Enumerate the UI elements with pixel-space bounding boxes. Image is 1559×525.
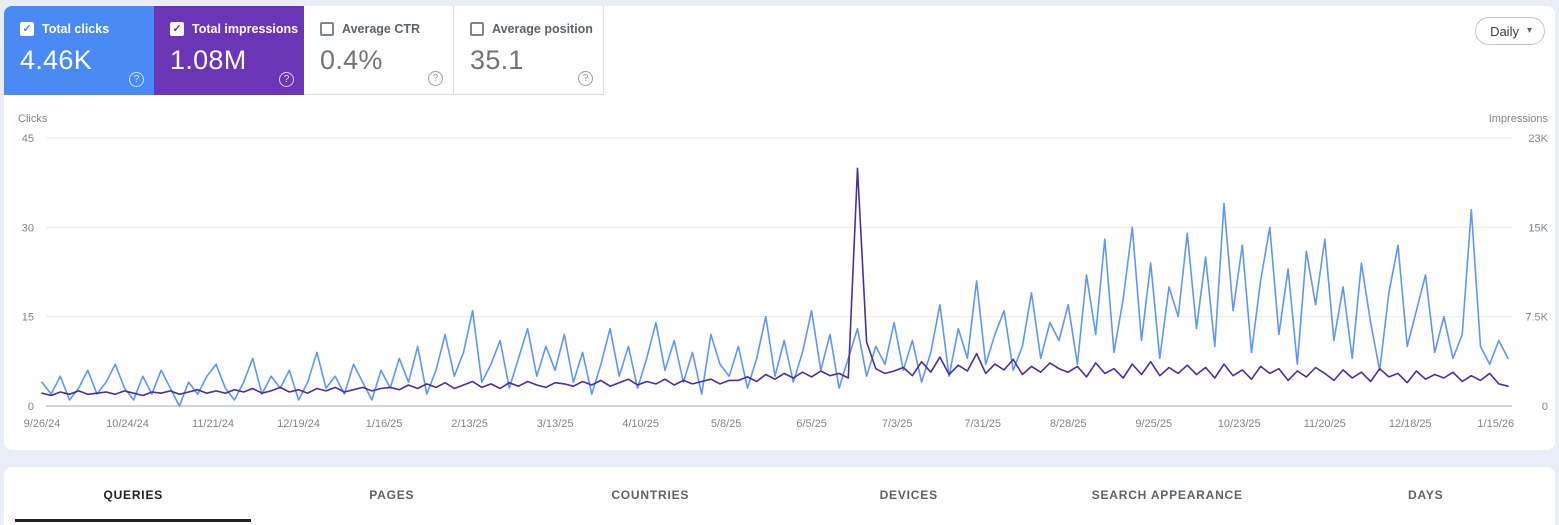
svg-text:9/25/25: 9/25/25 <box>1135 418 1172 430</box>
svg-text:45: 45 <box>22 133 34 145</box>
svg-text:10/23/25: 10/23/25 <box>1218 418 1261 430</box>
svg-text:10/24/24: 10/24/24 <box>106 418 149 430</box>
metric-cards-row: ✓ Total clicks 4.46K ? ✓ Total impressio… <box>4 6 604 95</box>
svg-text:3/13/25: 3/13/25 <box>537 418 574 430</box>
svg-text:7/31/25: 7/31/25 <box>964 418 1001 430</box>
tab-search-appearance[interactable]: SEARCH APPEARANCE <box>1038 467 1297 522</box>
tab-label: PAGES <box>369 487 415 502</box>
help-icon[interactable]: ? <box>578 71 593 86</box>
svg-text:4/10/25: 4/10/25 <box>622 418 659 430</box>
metric-card-average-ctr[interactable]: Average CTR 0.4% ? <box>304 6 454 95</box>
svg-text:0: 0 <box>28 401 34 413</box>
svg-text:1/15/26: 1/15/26 <box>1477 418 1514 430</box>
svg-text:12/19/24: 12/19/24 <box>277 418 320 430</box>
tabs-row: QUERIES PAGES COUNTRIES DEVICES SEARCH A… <box>4 467 1555 522</box>
tab-pages[interactable]: PAGES <box>263 467 522 522</box>
granularity-label: Daily <box>1490 23 1519 39</box>
tab-countries[interactable]: COUNTRIES <box>521 467 780 522</box>
svg-text:7/3/25: 7/3/25 <box>882 418 913 430</box>
checkbox-average-ctr[interactable] <box>320 22 334 36</box>
svg-text:9/26/24: 9/26/24 <box>24 418 61 430</box>
help-icon[interactable]: ? <box>428 71 443 86</box>
metric-card-average-position[interactable]: Average position 35.1 ? <box>454 6 604 95</box>
active-tab-underline <box>15 519 252 522</box>
help-icon[interactable]: ? <box>279 72 294 87</box>
help-icon[interactable]: ? <box>129 72 144 87</box>
tab-label: DAYS <box>1408 487 1444 502</box>
svg-text:Impressions: Impressions <box>1489 113 1549 125</box>
dimension-tabs-card: QUERIES PAGES COUNTRIES DEVICES SEARCH A… <box>4 467 1555 525</box>
tab-label: DEVICES <box>879 487 938 502</box>
svg-text:23K: 23K <box>1528 133 1548 145</box>
chevron-down-icon: ▾ <box>1526 25 1532 36</box>
tab-label: COUNTRIES <box>611 487 690 502</box>
tab-label: QUERIES <box>103 487 164 502</box>
svg-text:7.5K: 7.5K <box>1525 312 1548 324</box>
checkbox-total-impressions[interactable]: ✓ <box>170 22 184 36</box>
tab-label: SEARCH APPEARANCE <box>1091 487 1243 502</box>
svg-text:6/5/25: 6/5/25 <box>796 418 827 430</box>
svg-text:15K: 15K <box>1528 222 1548 234</box>
tab-days[interactable]: DAYS <box>1297 467 1556 522</box>
svg-text:15: 15 <box>22 312 34 324</box>
svg-text:12/18/25: 12/18/25 <box>1389 418 1432 430</box>
metric-label: Average CTR <box>342 22 421 36</box>
metric-label: Total clicks <box>42 22 110 36</box>
metric-card-total-clicks[interactable]: ✓ Total clicks 4.46K ? <box>4 6 154 95</box>
granularity-dropdown[interactable]: Daily ▾ <box>1475 17 1545 45</box>
svg-text:1/16/25: 1/16/25 <box>366 418 403 430</box>
svg-text:8/28/25: 8/28/25 <box>1050 418 1087 430</box>
svg-text:30: 30 <box>22 222 34 234</box>
checkbox-total-clicks[interactable]: ✓ <box>20 22 34 36</box>
checkbox-average-position[interactable] <box>470 22 484 36</box>
tab-devices[interactable]: DEVICES <box>780 467 1039 522</box>
svg-text:2/13/25: 2/13/25 <box>451 418 488 430</box>
svg-text:11/20/25: 11/20/25 <box>1304 418 1346 430</box>
tab-queries[interactable]: QUERIES <box>4 467 263 522</box>
svg-text:5/8/25: 5/8/25 <box>711 418 742 430</box>
svg-text:0: 0 <box>1542 401 1548 413</box>
metric-card-total-impressions[interactable]: ✓ Total impressions 1.08M ? <box>154 6 304 95</box>
metric-label: Total impressions <box>192 22 299 36</box>
metric-label: Average position <box>492 22 593 36</box>
svg-text:11/21/24: 11/21/24 <box>192 418 234 430</box>
performance-chart-card: ✓ Total clicks 4.46K ? ✓ Total impressio… <box>4 6 1555 450</box>
svg-text:Clicks: Clicks <box>18 113 48 125</box>
